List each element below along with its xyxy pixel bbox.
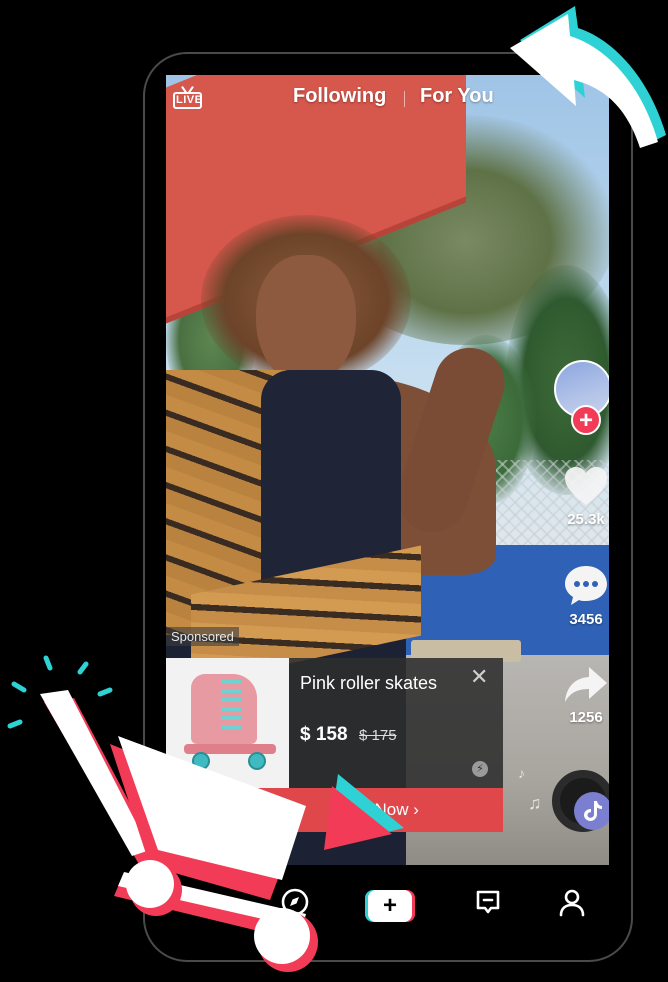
share-button[interactable]: 1256 xyxy=(556,665,609,726)
nav-profile[interactable] xyxy=(552,886,592,926)
likes-count: 25.3k xyxy=(567,511,605,528)
curved-arrow-decoration xyxy=(510,6,666,148)
plus-icon: + xyxy=(368,890,412,922)
create-plus-button[interactable]: + xyxy=(365,890,415,922)
person-face xyxy=(256,255,356,385)
nav-inbox[interactable] xyxy=(468,886,508,926)
music-note-icon: ♪ xyxy=(518,765,525,781)
tiktok-logo-icon xyxy=(574,792,609,830)
person-icon xyxy=(556,889,588,922)
comment-bubble-icon xyxy=(556,563,609,607)
shares-count: 1256 xyxy=(569,709,603,726)
heart-icon xyxy=(556,465,609,507)
tab-divider xyxy=(404,91,405,107)
comment-button[interactable]: 3456 xyxy=(556,563,609,628)
inbox-icon xyxy=(472,890,504,922)
comments-count: 3456 xyxy=(569,611,603,628)
live-tv-icon[interactable]: LIVE xyxy=(173,86,204,110)
sponsored-badge: Sponsored xyxy=(166,627,239,646)
tab-following[interactable]: Following xyxy=(293,85,386,108)
product-old-price: $ 175 xyxy=(359,727,397,744)
music-disc[interactable] xyxy=(552,770,609,832)
stage: LIVE Following For You + 25.3k 3456 1256… xyxy=(0,0,668,982)
lightning-icon: ⚡ xyxy=(472,761,488,777)
play-triangle-decoration xyxy=(324,774,404,850)
follow-plus-icon[interactable]: + xyxy=(571,405,601,435)
close-icon[interactable]: ✕ xyxy=(470,666,488,688)
nav-create[interactable]: + xyxy=(365,890,417,930)
like-button[interactable]: 25.3k xyxy=(556,465,609,528)
share-arrow-icon xyxy=(556,665,609,705)
music-note-icon: ♫ xyxy=(528,793,542,813)
shopping-cart-decoration xyxy=(7,655,318,972)
tab-for-you[interactable]: For You xyxy=(420,85,494,108)
live-label: LIVE xyxy=(176,94,203,106)
